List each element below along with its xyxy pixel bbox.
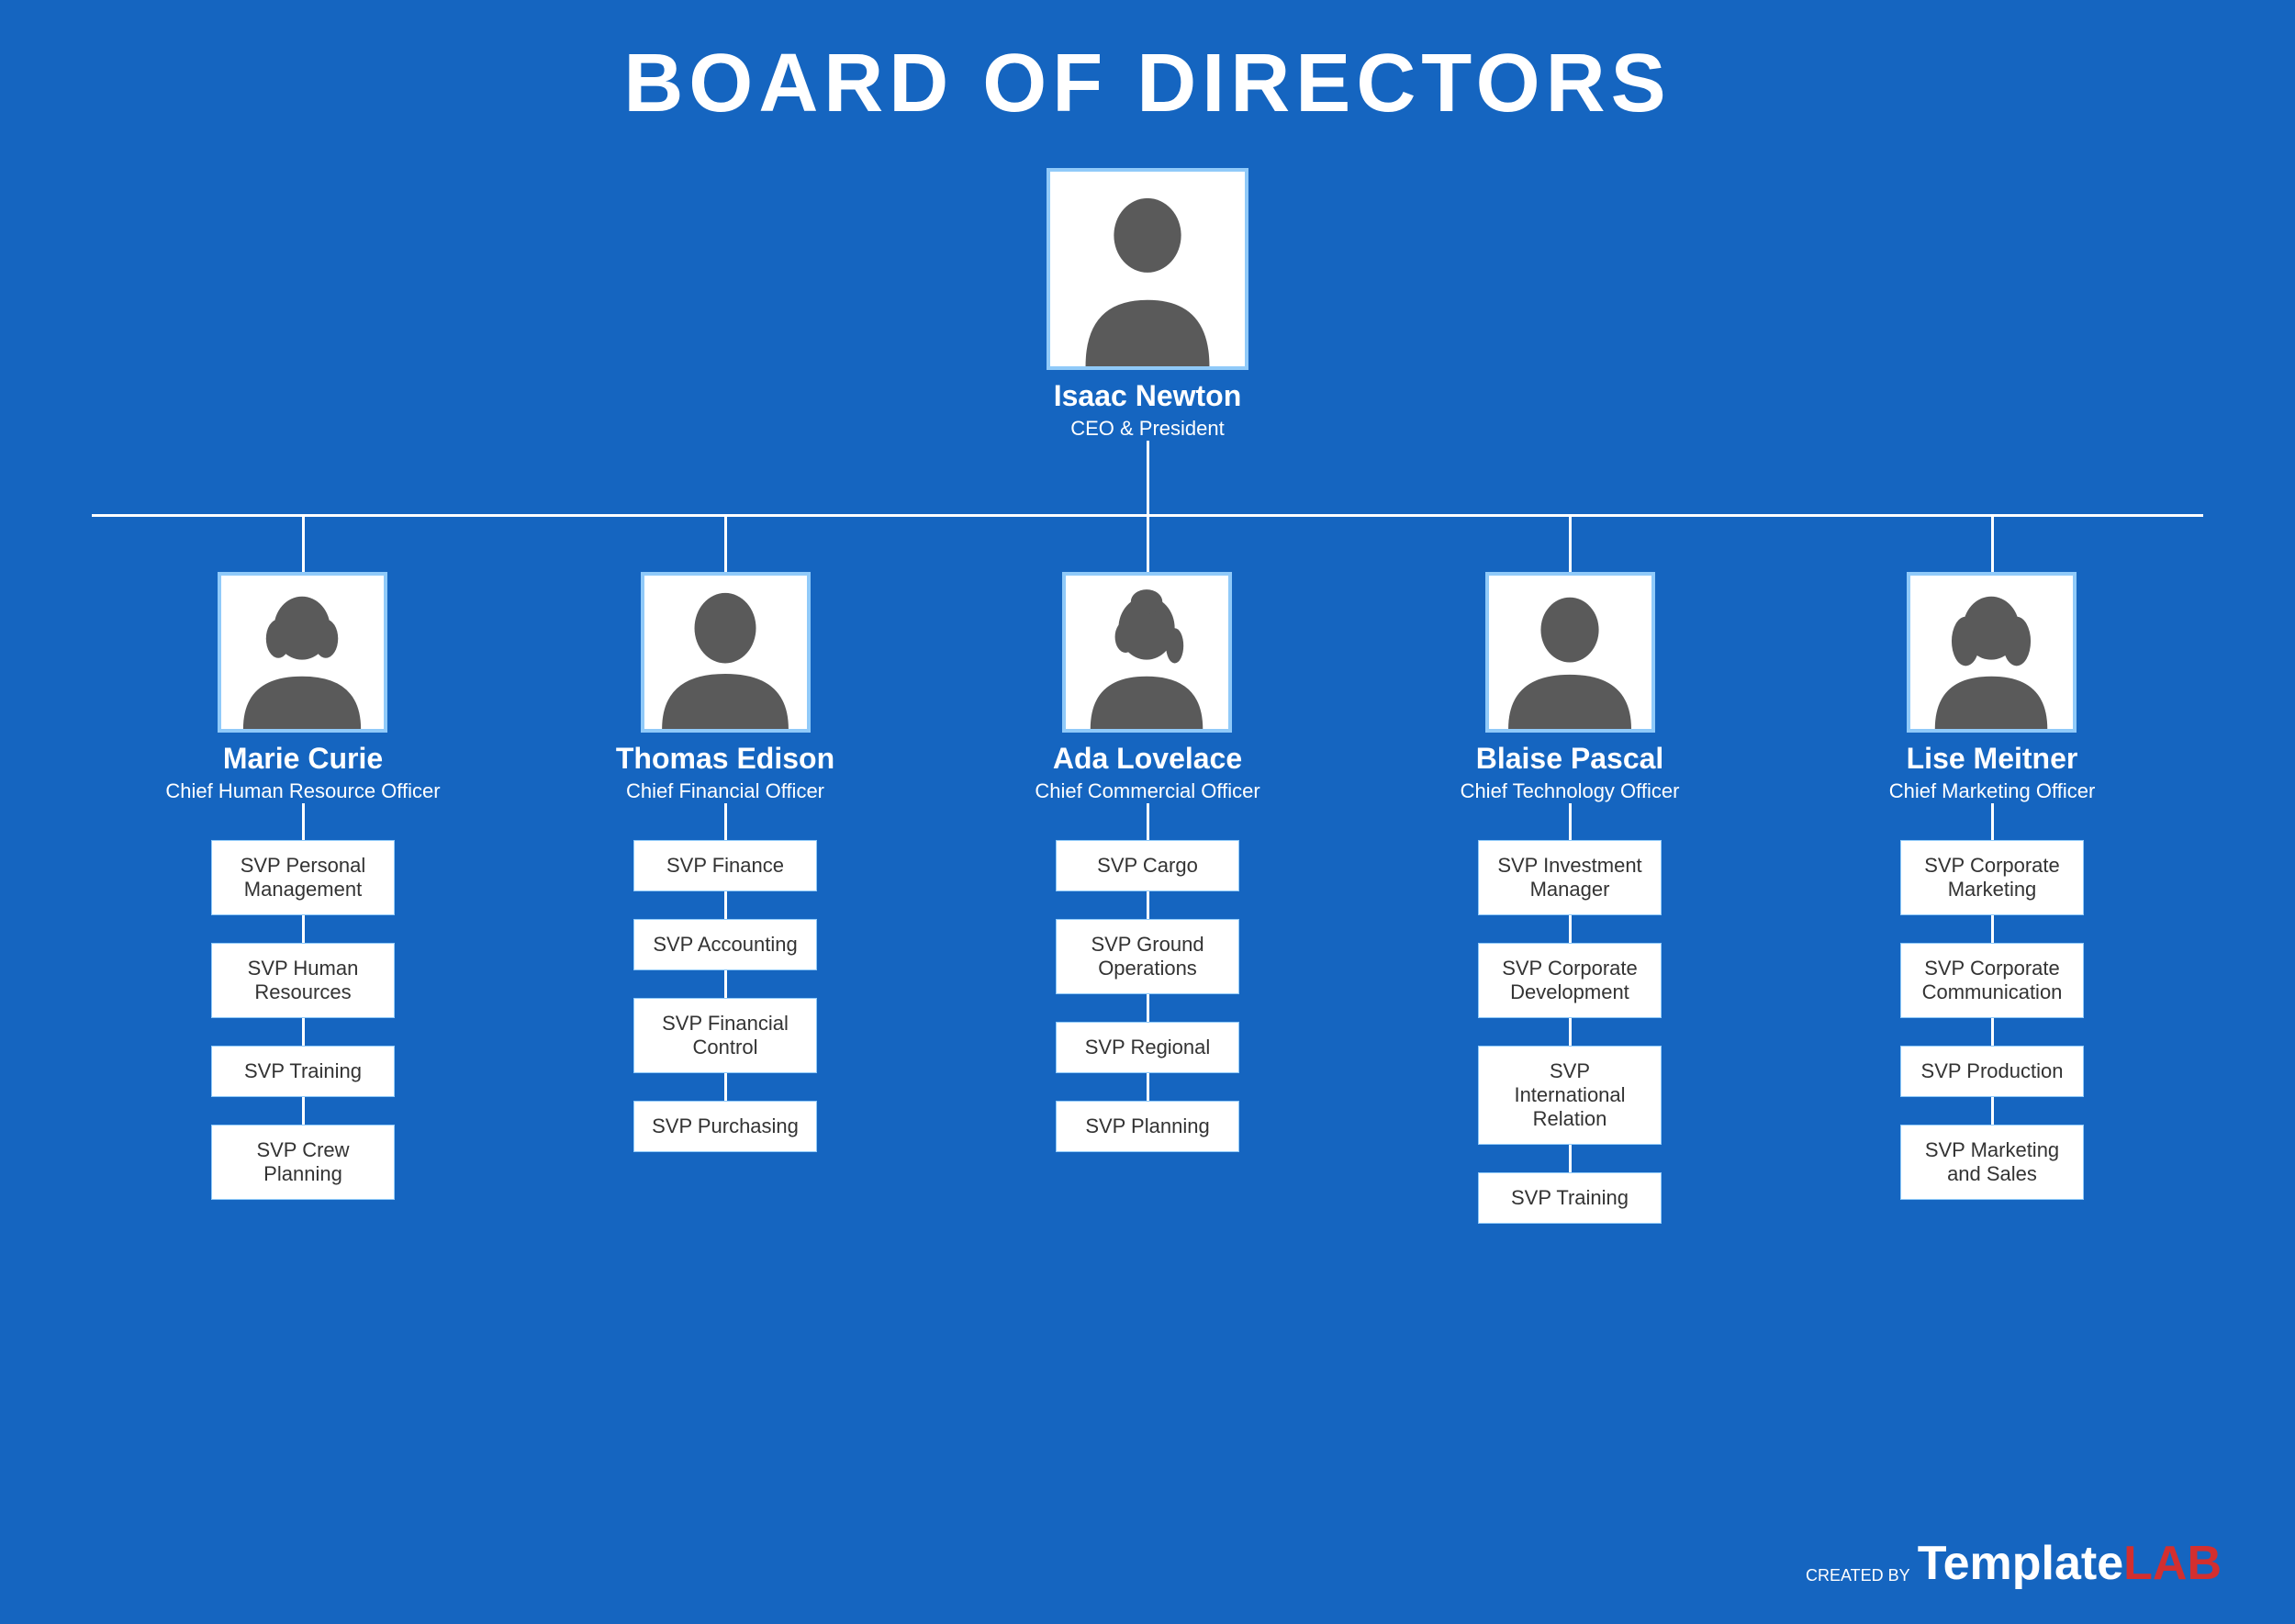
svp-box: SVP Corporate Development xyxy=(1478,943,1662,1018)
svp-connector xyxy=(302,1097,305,1125)
col3-dropline xyxy=(1147,517,1149,572)
top-hline xyxy=(92,514,2203,517)
svp-box: SVP Finance xyxy=(633,840,817,891)
org-tree: Isaac Newton CEO & President xyxy=(55,168,2240,1224)
col5-vline2 xyxy=(1991,803,1994,840)
marie-curie-role: Chief Human Resource Officer xyxy=(165,779,440,803)
col-thomas-edison: Thomas Edison Chief Financial Officer SV… xyxy=(514,517,936,1152)
ada-lovelace-card: Ada Lovelace Chief Commercial Officer xyxy=(1035,572,1259,803)
svp-box: SVP Ground Operations xyxy=(1056,919,1239,994)
svp-box: SVP Marketing and Sales xyxy=(1900,1125,2084,1200)
logo-text: Template LAB xyxy=(1918,1540,2222,1587)
level2-columns: Marie Curie Chief Human Resource Officer… xyxy=(92,517,2203,1224)
lise-meitner-avatar xyxy=(1907,572,2077,733)
col3-svps: SVP Cargo SVP Ground Operations SVP Regi… xyxy=(1056,840,1239,1152)
col2-vline2 xyxy=(724,803,727,840)
col-blaise-pascal: Blaise Pascal Chief Technology Officer S… xyxy=(1359,517,1781,1224)
col1-svps: SVP Personal Management SVP Human Resour… xyxy=(211,840,395,1200)
thomas-edison-role: Chief Financial Officer xyxy=(626,779,824,803)
col4-dropline xyxy=(1569,517,1572,572)
lise-meitner-role: Chief Marketing Officer xyxy=(1889,779,2096,803)
svp-box: SVP Accounting xyxy=(633,919,817,970)
svp-connector xyxy=(1991,1018,1994,1046)
col4-svps: SVP Investment Manager SVP Corporate Dev… xyxy=(1478,840,1662,1224)
marie-curie-card: Marie Curie Chief Human Resource Officer xyxy=(165,572,440,803)
blaise-pascal-avatar xyxy=(1485,572,1655,733)
svp-box: SVP Cargo xyxy=(1056,840,1239,891)
page: BOARD OF DIRECTORS Isaac Newton CEO & Pr… xyxy=(0,0,2295,1624)
svp-connector xyxy=(1569,1018,1572,1046)
col5-svps: SVP Corporate Marketing SVP Corporate Co… xyxy=(1900,840,2084,1200)
blaise-pascal-role: Chief Technology Officer xyxy=(1461,779,1680,803)
svp-connector xyxy=(1147,994,1149,1022)
col4-vline2 xyxy=(1569,803,1572,840)
col-lise-meitner: Lise Meitner Chief Marketing Officer SVP… xyxy=(1781,517,2203,1200)
col2-svps: SVP Finance SVP Accounting SVP Financial… xyxy=(633,840,817,1152)
svp-connector xyxy=(724,1073,727,1101)
col-marie-curie: Marie Curie Chief Human Resource Officer… xyxy=(92,517,514,1200)
col3-vline2 xyxy=(1147,803,1149,840)
blaise-pascal-name: Blaise Pascal xyxy=(1476,742,1664,776)
ceo-avatar xyxy=(1047,168,1248,370)
svp-connector xyxy=(302,915,305,943)
svp-box: SVP International Relation xyxy=(1478,1046,1662,1145)
svp-connector xyxy=(1991,915,1994,943)
ceo-card: Isaac Newton CEO & President xyxy=(1047,168,1248,441)
ada-lovelace-role: Chief Commercial Officer xyxy=(1035,779,1259,803)
svp-box: SVP Financial Control xyxy=(633,998,817,1073)
ceo-level: Isaac Newton CEO & President xyxy=(1047,168,1248,441)
ada-lovelace-name: Ada Lovelace xyxy=(1053,742,1242,776)
blaise-pascal-card: Blaise Pascal Chief Technology Officer xyxy=(1461,572,1680,803)
lise-meitner-card: Lise Meitner Chief Marketing Officer xyxy=(1889,572,2096,803)
marie-curie-avatar xyxy=(218,572,387,733)
svp-box: SVP Personal Management xyxy=(211,840,395,915)
ceo-role: CEO & President xyxy=(1070,417,1225,441)
svp-box: SVP Human Resources xyxy=(211,943,395,1018)
ceo-name: Isaac Newton xyxy=(1054,379,1242,413)
svp-box: SVP Purchasing xyxy=(633,1101,817,1152)
svp-connector xyxy=(724,970,727,998)
col2-dropline xyxy=(724,517,727,572)
svp-box: SVP Corporate Marketing xyxy=(1900,840,2084,915)
page-title: BOARD OF DIRECTORS xyxy=(623,37,1671,131)
svp-box: SVP Training xyxy=(211,1046,395,1097)
marie-curie-name: Marie Curie xyxy=(223,742,383,776)
svp-connector xyxy=(1569,1145,1572,1172)
svp-connector xyxy=(1569,915,1572,943)
svp-connector xyxy=(724,891,727,919)
svp-box: SVP Production xyxy=(1900,1046,2084,1097)
svp-box: SVP Corporate Communication xyxy=(1900,943,2084,1018)
svp-connector xyxy=(1147,1073,1149,1101)
svp-connector xyxy=(302,1018,305,1046)
svp-box: SVP Investment Manager xyxy=(1478,840,1662,915)
svp-connector xyxy=(1991,1097,1994,1125)
thomas-edison-avatar xyxy=(641,572,811,733)
lise-meitner-name: Lise Meitner xyxy=(1907,742,2078,776)
col5-dropline xyxy=(1991,517,1994,572)
thomas-edison-card: Thomas Edison Chief Financial Officer xyxy=(616,572,834,803)
template-text: Template xyxy=(1918,1540,2123,1587)
svp-box: SVP Training xyxy=(1478,1172,1662,1224)
created-by-label: CREATED BY xyxy=(1806,1567,1910,1584)
svp-box: SVP Planning xyxy=(1056,1101,1239,1152)
col1-vline2 xyxy=(302,803,305,840)
col1-dropline xyxy=(302,517,305,572)
templatelab-logo: CREATED BY Template LAB xyxy=(1806,1540,2222,1587)
svp-connector xyxy=(1147,891,1149,919)
lab-text: LAB xyxy=(2123,1540,2222,1587)
svp-box: SVP Crew Planning xyxy=(211,1125,395,1200)
ceo-vline xyxy=(1147,441,1149,514)
thomas-edison-name: Thomas Edison xyxy=(616,742,834,776)
col-ada-lovelace: Ada Lovelace Chief Commercial Officer SV… xyxy=(936,517,1359,1152)
ada-lovelace-avatar xyxy=(1062,572,1232,733)
created-by-section: CREATED BY xyxy=(1806,1567,1910,1584)
svp-box: SVP Regional xyxy=(1056,1022,1239,1073)
